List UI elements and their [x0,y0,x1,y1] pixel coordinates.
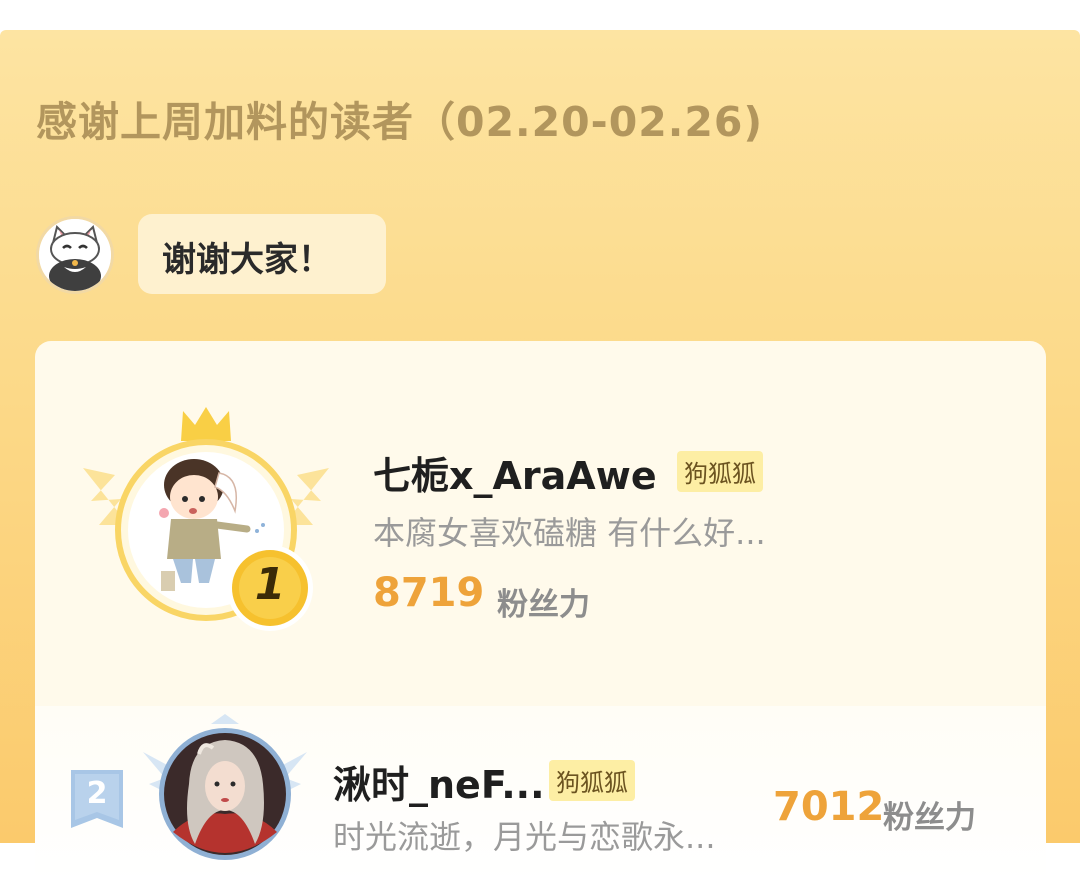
rank-1-score: 8719 [373,570,485,616]
greeting-message: 谢谢大家！ [162,240,332,280]
rank-2-bio: 时光流逝，月光与恋歌永... [333,818,716,856]
rank-2-fan-tag: 狗狐狐 [549,760,635,801]
rank-1-entry[interactable]: 1 七栀x_AraAwe 狗狐狐 本腐女喜欢磕糖 有什么好... 8719 粉丝… [35,341,1046,706]
rank-1-badge: 1 [227,545,313,631]
rank-2-number: 2 [86,776,108,811]
rank-2-badge: 2 [71,770,123,828]
rank-2-entry[interactable]: 2 湫时_neF... 狗狐狐 时光流逝，月光与恋歌永... 7012 粉丝力 [35,706,1046,881]
rank-1-bio: 本腐女喜欢磕糖 有什么好... [373,514,766,552]
rank-2-username[interactable]: 湫时_neF... [333,754,545,809]
rank-2-score-unit: 粉丝力 [883,800,976,836]
rank-1-score-unit: 粉丝力 [497,587,590,623]
rank-1-number: 1 [254,559,286,610]
rank-2-avatar-frame [143,714,307,866]
ranking-card: 1 七栀x_AraAwe 狗狐狐 本腐女喜欢磕糖 有什么好... 8719 粉丝… [35,341,1046,881]
reader-thanks-panel: 感谢上周加料的读者（02.20-02.26) 谢谢大家！ 1 七栀x_AraAw… [0,30,1080,881]
rank-1-fan-tag: 狗狐狐 [677,451,763,492]
rank-2-score: 7012 [773,784,885,830]
rank-1-username[interactable]: 七栀x_AraAwe [373,445,657,500]
page-title: 感谢上周加料的读者（02.20-02.26) [36,98,764,146]
cat-mascot-icon [36,216,114,294]
greeting-bubble: 谢谢大家！ [138,214,386,294]
